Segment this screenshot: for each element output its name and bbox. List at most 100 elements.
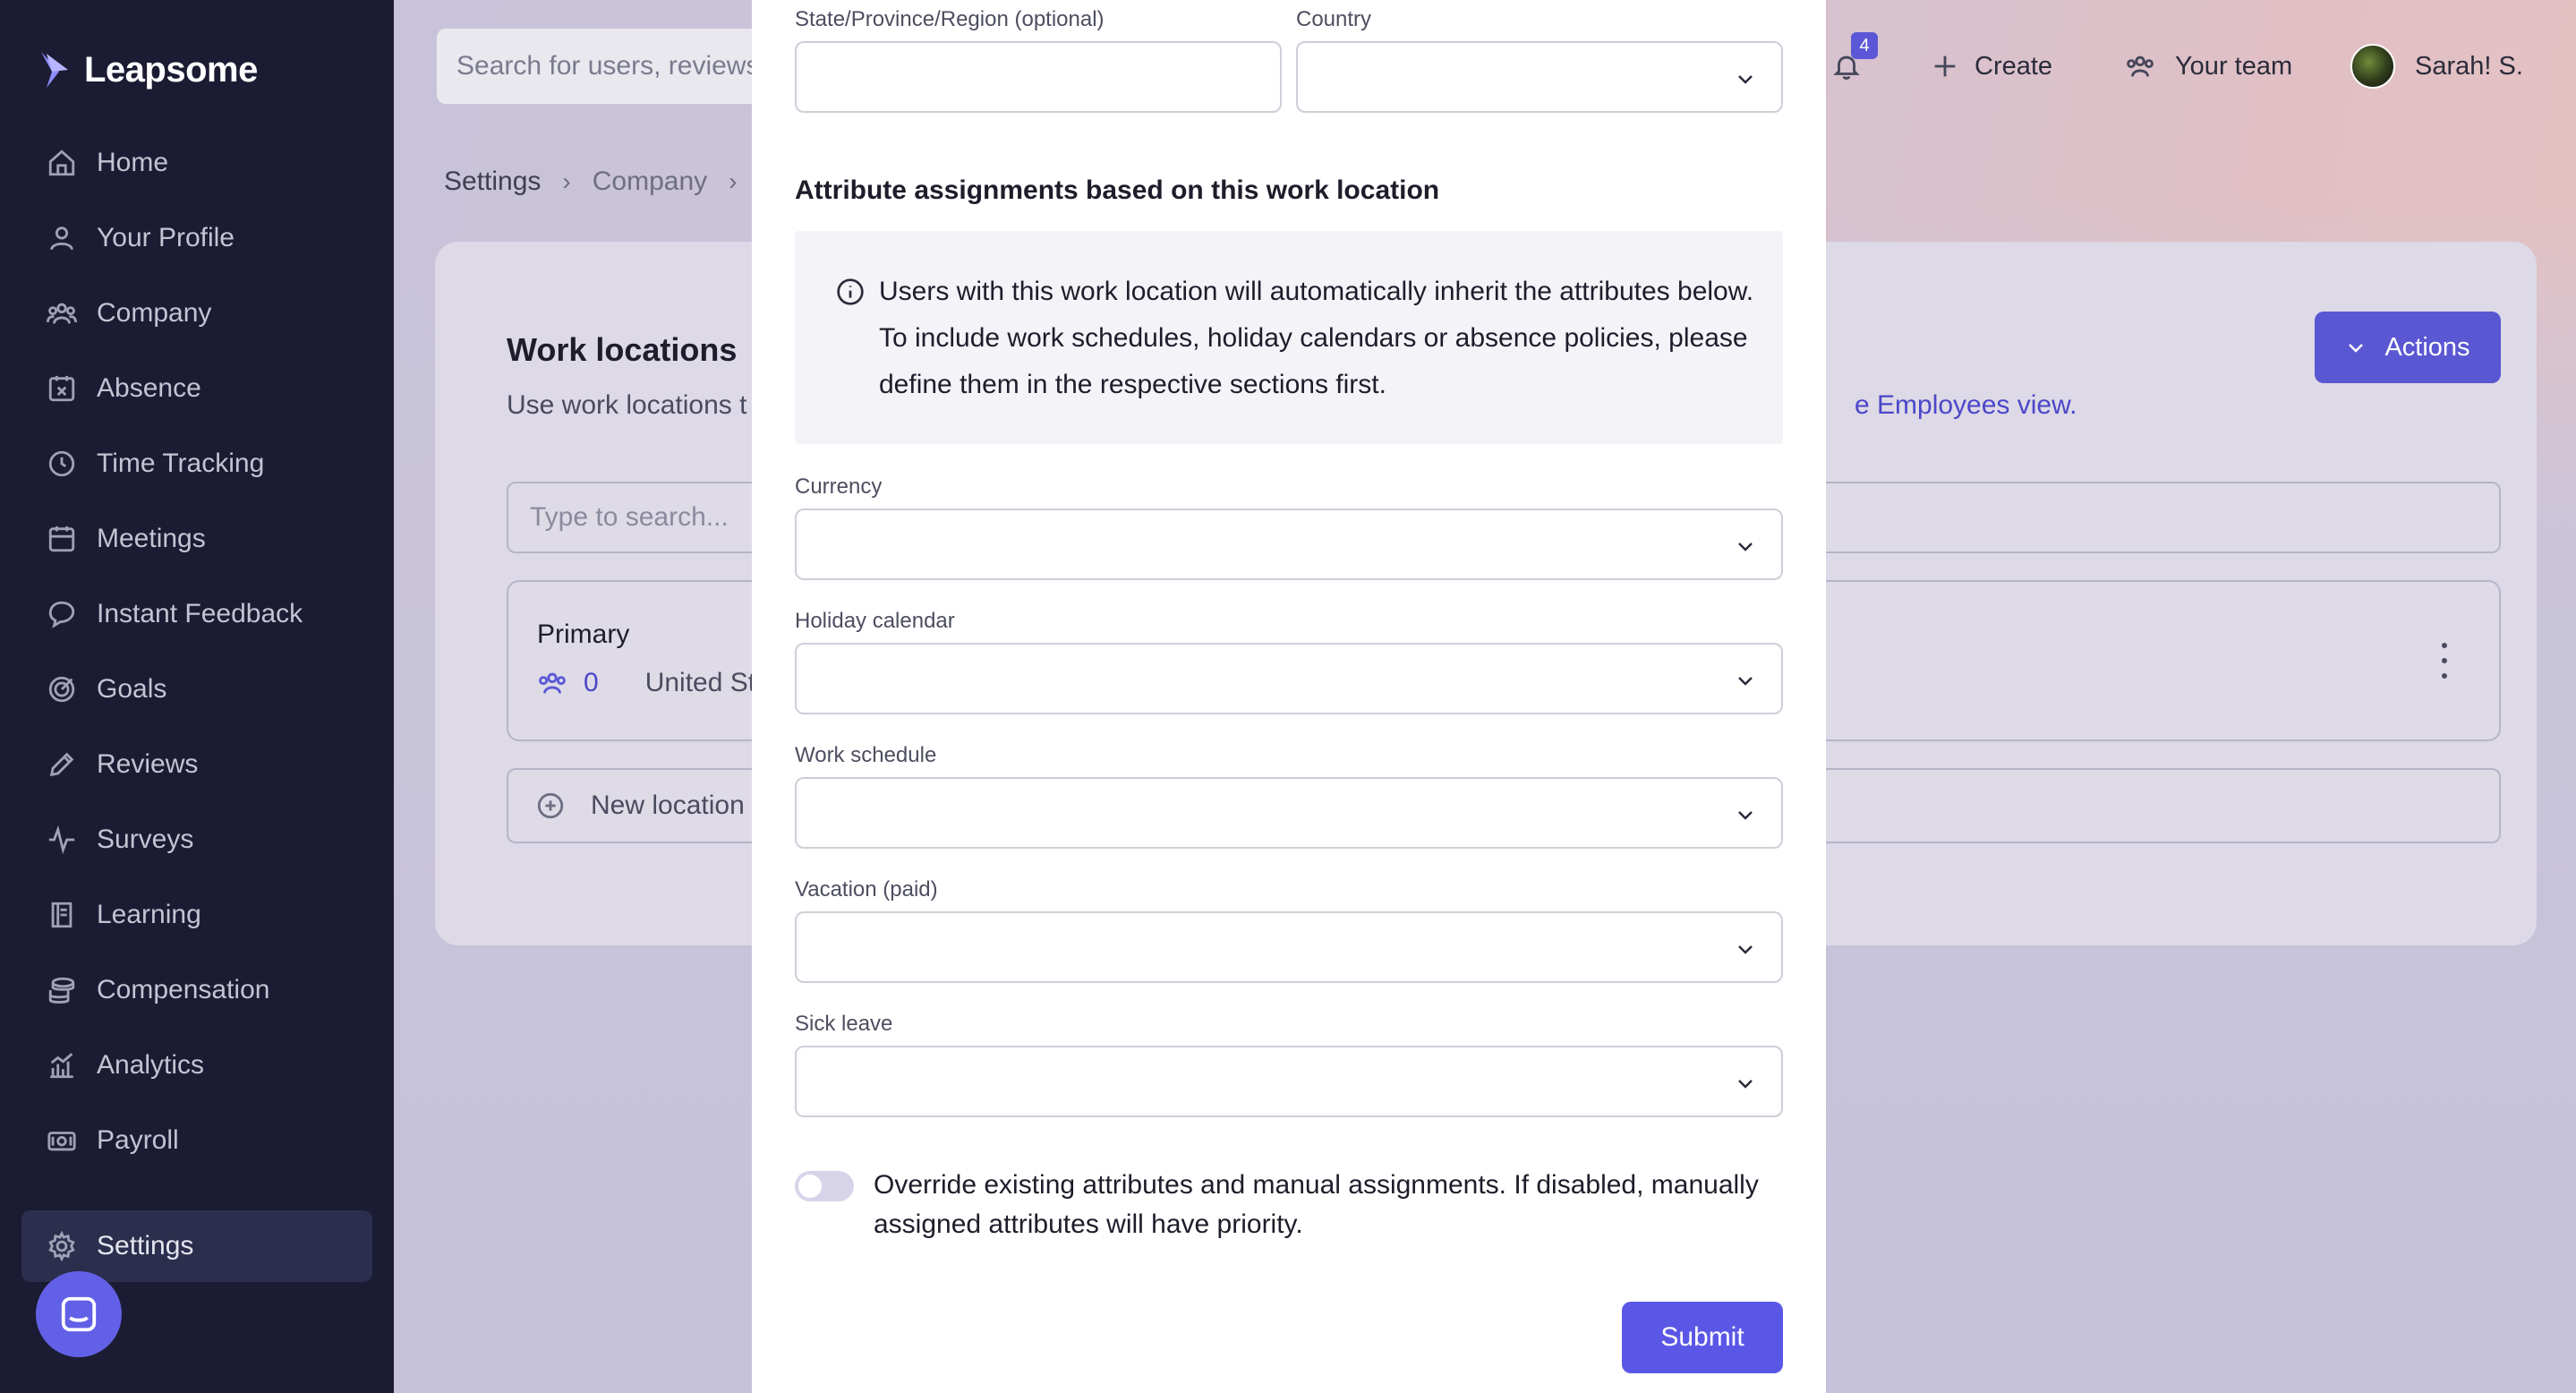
team-icon — [2127, 56, 2154, 77]
actions-button[interactable]: Actions — [2315, 312, 2501, 383]
sidebar-item-instant-feedback[interactable]: Instant Feedback — [21, 578, 372, 650]
chevron-down-icon — [1738, 75, 1753, 84]
breadcrumb-settings[interactable]: Settings — [444, 167, 541, 197]
country-select[interactable] — [1296, 41, 1783, 113]
breadcrumb: Settings › Company › — [444, 167, 737, 197]
home-icon — [48, 150, 75, 176]
sidebar-item-time-tracking[interactable]: Time Tracking — [21, 428, 372, 500]
sidebar-item-company[interactable]: Company — [21, 278, 372, 349]
chevron-down-icon — [2349, 344, 2364, 353]
sidebar-item-home[interactable]: Home — [21, 127, 372, 199]
plus-icon — [1934, 56, 1956, 77]
leapsome-logo-icon — [41, 52, 68, 88]
vacation-label: Vacation (paid) — [795, 877, 938, 902]
support-chat-button[interactable] — [36, 1271, 122, 1357]
work-schedule-select[interactable] — [795, 777, 1783, 849]
your-team-button[interactable]: Your team — [2125, 36, 2292, 97]
gear-icon — [48, 1231, 75, 1261]
users-icon — [47, 303, 77, 324]
currency-select[interactable] — [795, 508, 1783, 580]
sidebar-item-label: Surveys — [97, 825, 194, 854]
cash-icon — [47, 1132, 76, 1151]
submit-button[interactable]: Submit — [1622, 1302, 1783, 1373]
sick-leave-select[interactable] — [795, 1046, 1783, 1117]
more-options-icon[interactable] — [2440, 643, 2449, 679]
location-user-count: 0 — [584, 668, 599, 697]
override-toggle[interactable] — [795, 1171, 854, 1201]
sidebar-item-label: Payroll — [97, 1125, 179, 1155]
currency-label: Currency — [795, 474, 883, 499]
toggle-knob — [798, 1175, 822, 1198]
clock-icon — [48, 450, 75, 477]
holiday-calendar-select[interactable] — [795, 643, 1783, 714]
sidebar-item-analytics[interactable]: Analytics — [21, 1030, 372, 1101]
sidebar-item-label: Your Profile — [97, 223, 235, 252]
sidebar-item-learning[interactable]: Learning — [21, 879, 372, 951]
sidebar-item-label: Learning — [97, 900, 201, 929]
sidebar-item-label: Settings — [97, 1231, 194, 1261]
breadcrumb-company[interactable]: Company — [593, 167, 707, 197]
info-icon — [837, 278, 864, 305]
state-label: State/Province/Region (optional) — [795, 7, 1105, 31]
chevron-down-icon — [1738, 1080, 1753, 1089]
create-label: Create — [1975, 51, 2053, 81]
sidebar-item-your-profile[interactable]: Your Profile — [21, 202, 372, 274]
location-meta: 0 United Sta — [537, 668, 771, 698]
page-title: Work locations — [507, 331, 738, 368]
user-name: Sarah! S. — [2415, 51, 2523, 81]
state-input[interactable] — [795, 41, 1282, 113]
notification-badge: 4 — [1851, 32, 1878, 59]
team-label: Your team — [2175, 51, 2293, 81]
info-box: Users with this work location will autom… — [795, 231, 1783, 444]
chevron-right-icon: › — [729, 167, 738, 195]
sidebar-nav: Home Your Profile Company Absence Time T… — [21, 127, 372, 1282]
country-label: Country — [1296, 7, 1372, 31]
chevron-down-icon — [1738, 543, 1753, 551]
vacation-select[interactable] — [795, 911, 1783, 983]
chat-launcher-icon — [61, 1296, 97, 1332]
sidebar-item-goals[interactable]: Goals — [21, 654, 372, 725]
user-menu[interactable]: Sarah! S. — [2350, 36, 2523, 97]
new-location-label: New location — [591, 791, 745, 820]
sidebar-item-label: Company — [97, 298, 212, 328]
sick-leave-label: Sick leave — [795, 1012, 893, 1036]
users-icon — [539, 672, 566, 694]
avatar — [2350, 44, 2395, 89]
book-icon — [51, 902, 73, 928]
sidebar-item-label: Home — [97, 148, 169, 177]
sidebar-item-reviews[interactable]: Reviews — [21, 729, 372, 800]
sidebar-item-absence[interactable]: Absence — [21, 353, 372, 424]
sidebar-item-label: Goals — [97, 674, 167, 704]
sidebar-item-label: Time Tracking — [97, 449, 265, 478]
sidebar-item-label: Meetings — [97, 524, 206, 553]
actions-label: Actions — [2384, 332, 2470, 362]
sidebar-item-payroll[interactable]: Payroll — [21, 1105, 372, 1176]
sidebar-item-compensation[interactable]: Compensation — [21, 954, 372, 1026]
notifications-button[interactable]: 4 — [1831, 32, 1885, 97]
sidebar-item-meetings[interactable]: Meetings — [21, 503, 372, 575]
holiday-calendar-label: Holiday calendar — [795, 609, 955, 633]
work-schedule-label: Work schedule — [795, 743, 937, 767]
leapsome-logo[interactable]: Leapsome — [39, 43, 258, 97]
calendar-icon — [48, 526, 75, 552]
create-button[interactable]: Create — [1930, 36, 2052, 97]
logo-text: Leapsome — [84, 49, 258, 90]
sidebar-item-label: Absence — [97, 373, 201, 403]
sidebar-item-label: Compensation — [97, 975, 270, 1004]
sidebar-item-label: Analytics — [97, 1050, 205, 1080]
employees-view-link[interactable]: e Employees view. — [1855, 390, 2077, 421]
sidebar-item-surveys[interactable]: Surveys — [21, 804, 372, 876]
pencil-icon — [49, 752, 74, 777]
target-icon — [48, 676, 75, 703]
work-location-modal: State/Province/Region (optional) Country… — [752, 0, 1826, 1393]
location-search-placeholder: Type to search... — [530, 502, 729, 532]
pulse-icon — [48, 825, 75, 855]
chevron-right-icon: › — [562, 167, 571, 195]
calendar-x-icon — [48, 375, 75, 402]
override-text: Override existing attributes and manual … — [874, 1170, 1759, 1239]
chevron-down-icon — [1738, 945, 1753, 954]
location-name: Primary — [537, 620, 630, 649]
section-title: Attribute assignments based on this work… — [795, 175, 1440, 205]
info-text: Users with this work location will autom… — [879, 277, 1754, 399]
plus-circle-icon — [537, 792, 564, 819]
